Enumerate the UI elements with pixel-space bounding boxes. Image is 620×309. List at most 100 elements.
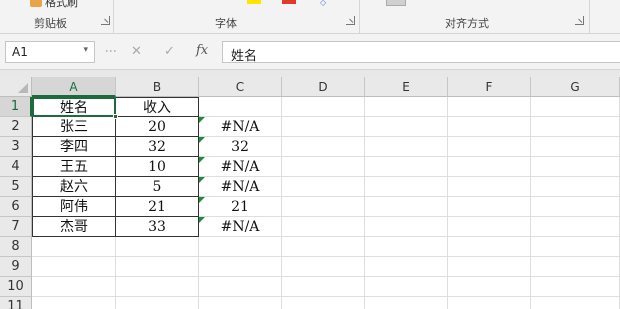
error-indicator-icon[interactable] xyxy=(199,197,205,203)
cell-e4[interactable] xyxy=(365,157,448,177)
cell-d11[interactable] xyxy=(282,297,365,309)
cell-c9[interactable] xyxy=(199,257,282,277)
cell-d10[interactable] xyxy=(282,277,365,297)
cell-g3[interactable] xyxy=(531,137,620,157)
row-header-10[interactable]: 10 xyxy=(0,277,32,297)
cell-f3[interactable] xyxy=(448,137,531,157)
grip-icon[interactable]: ⋮ xyxy=(104,45,118,56)
phonetic-icon[interactable]: ◇ xyxy=(320,0,332,7)
cell-d2[interactable] xyxy=(282,117,365,137)
cell-c3[interactable]: 32 xyxy=(199,137,282,157)
cell-b1[interactable]: 收入 xyxy=(116,97,199,117)
row-header-1[interactable]: 1 xyxy=(0,97,32,117)
format-painter-button[interactable]: 格式刷 xyxy=(30,0,78,10)
cell-f11[interactable] xyxy=(448,297,531,309)
cell-e11[interactable] xyxy=(365,297,448,309)
column-header-f[interactable]: F xyxy=(448,77,531,97)
cell-e1[interactable] xyxy=(365,97,448,117)
cell-a11[interactable] xyxy=(32,297,116,309)
cell-b8[interactable] xyxy=(116,237,199,257)
cell-f9[interactable] xyxy=(448,257,531,277)
cell-e7[interactable] xyxy=(365,217,448,237)
formula-input[interactable]: 姓名 xyxy=(222,41,620,64)
cell-g6[interactable] xyxy=(531,197,620,217)
enter-icon[interactable]: ✓ xyxy=(164,44,175,59)
cell-b2[interactable]: 20 xyxy=(116,117,199,137)
cell-a7[interactable]: 杰哥 xyxy=(32,217,116,237)
cell-e5[interactable] xyxy=(365,177,448,197)
cell-f4[interactable] xyxy=(448,157,531,177)
cell-a2[interactable]: 张三 xyxy=(32,117,116,137)
cell-a3[interactable]: 李四 xyxy=(32,137,116,157)
row-header-9[interactable]: 9 xyxy=(0,257,32,277)
chevron-down-icon[interactable]: ▾ xyxy=(83,45,88,55)
highlight-color-swatch[interactable] xyxy=(247,0,261,4)
error-indicator-icon[interactable] xyxy=(199,117,205,123)
cell-g11[interactable] xyxy=(531,297,620,309)
cell-g5[interactable] xyxy=(531,177,620,197)
font-launcher-icon[interactable] xyxy=(346,16,355,25)
error-indicator-icon[interactable] xyxy=(199,177,205,183)
error-indicator-icon[interactable] xyxy=(199,217,205,223)
cell-d9[interactable] xyxy=(282,257,365,277)
error-indicator-icon[interactable] xyxy=(199,157,205,163)
cancel-icon[interactable]: ✕ xyxy=(131,44,142,59)
column-header-a[interactable]: A xyxy=(32,77,116,97)
cell-c7[interactable]: #N/A xyxy=(199,217,282,237)
cell-c5[interactable]: #N/A xyxy=(199,177,282,197)
cell-d4[interactable] xyxy=(282,157,365,177)
column-header-e[interactable]: E xyxy=(365,77,448,97)
cell-d1[interactable] xyxy=(282,97,365,117)
row-header-2[interactable]: 2 xyxy=(0,117,32,137)
cell-c10[interactable] xyxy=(199,277,282,297)
cell-f5[interactable] xyxy=(448,177,531,197)
cell-f1[interactable] xyxy=(448,97,531,117)
row-header-11[interactable]: 11 xyxy=(0,297,32,309)
cell-g8[interactable] xyxy=(531,237,620,257)
row-header-3[interactable]: 3 xyxy=(0,137,32,157)
cell-d3[interactable] xyxy=(282,137,365,157)
cell-a9[interactable] xyxy=(32,257,116,277)
cell-g9[interactable] xyxy=(531,257,620,277)
row-header-5[interactable]: 5 xyxy=(0,177,32,197)
cell-b9[interactable] xyxy=(116,257,199,277)
name-box[interactable]: A1 ▾ xyxy=(5,41,95,63)
cell-c8[interactable] xyxy=(199,237,282,257)
row-header-6[interactable]: 6 xyxy=(0,197,32,217)
error-indicator-icon[interactable] xyxy=(199,137,205,143)
cell-a6[interactable]: 阿伟 xyxy=(32,197,116,217)
cell-d7[interactable] xyxy=(282,217,365,237)
cell-c4[interactable]: #N/A xyxy=(199,157,282,177)
cell-d6[interactable] xyxy=(282,197,365,217)
cell-b6[interactable]: 21 xyxy=(116,197,199,217)
column-header-b[interactable]: B xyxy=(116,77,199,97)
row-header-4[interactable]: 4 xyxy=(0,157,32,177)
cell-f6[interactable] xyxy=(448,197,531,217)
cell-f2[interactable] xyxy=(448,117,531,137)
cell-b4[interactable]: 10 xyxy=(116,157,199,177)
cell-g4[interactable] xyxy=(531,157,620,177)
cell-b3[interactable]: 32 xyxy=(116,137,199,157)
cell-g7[interactable] xyxy=(531,217,620,237)
cell-e8[interactable] xyxy=(365,237,448,257)
column-header-g[interactable]: G xyxy=(531,77,620,97)
cell-g1[interactable] xyxy=(531,97,620,117)
cell-b7[interactable]: 33 xyxy=(116,217,199,237)
cell-g10[interactable] xyxy=(531,277,620,297)
row-header-8[interactable]: 8 xyxy=(0,237,32,257)
cell-c2[interactable]: #N/A xyxy=(199,117,282,137)
cell-b5[interactable]: 5 xyxy=(116,177,199,197)
cell-a8[interactable] xyxy=(32,237,116,257)
cell-a5[interactable]: 赵六 xyxy=(32,177,116,197)
column-header-c[interactable]: C xyxy=(199,77,282,97)
cell-b11[interactable] xyxy=(116,297,199,309)
cell-f8[interactable] xyxy=(448,237,531,257)
cell-c11[interactable] xyxy=(199,297,282,309)
cell-c6[interactable]: 21 xyxy=(199,197,282,217)
cell-f10[interactable] xyxy=(448,277,531,297)
select-all-corner[interactable] xyxy=(0,77,32,97)
fill-handle[interactable] xyxy=(113,114,118,119)
cell-a10[interactable] xyxy=(32,277,116,297)
cell-a1[interactable]: 姓名 xyxy=(32,97,116,117)
cell-e2[interactable] xyxy=(365,117,448,137)
